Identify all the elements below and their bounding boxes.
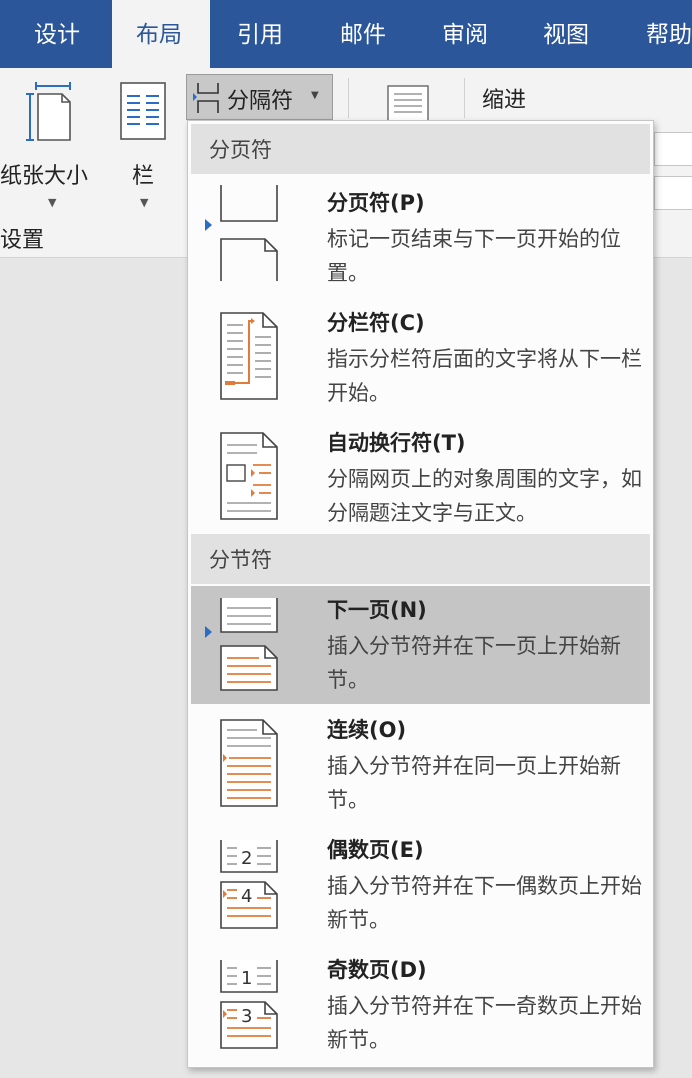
svg-text:1: 1 xyxy=(241,968,252,989)
menu-item-title: 偶数页(E) xyxy=(327,838,424,862)
insertion-marker-icon xyxy=(205,219,212,231)
menu-item-title: 连续(O) xyxy=(327,718,407,742)
breaks-dropdown-menu: 分页符 分页符(P) 标记一页结束与下一页开始的位置。 分栏符(C) 指示分栏符… xyxy=(187,120,654,1068)
indent-right-field[interactable] xyxy=(654,176,692,210)
menu-item-even-page[interactable]: 2 4 偶数页(E) 插入分节符并在下一偶数页上开始新节。 xyxy=(191,826,650,944)
insertion-marker-icon xyxy=(205,626,212,638)
svg-text:2: 2 xyxy=(241,848,252,869)
breaks-button[interactable]: 分隔符 ▼ xyxy=(186,74,333,120)
tab-help[interactable]: 帮助 xyxy=(646,0,692,68)
chevron-down-icon: ▼ xyxy=(48,196,57,209)
breaks-label: 分隔符 xyxy=(227,89,294,114)
chevron-down-icon: ▼ xyxy=(311,90,319,101)
menu-item-title: 分栏符(C) xyxy=(327,311,425,335)
menu-item-title: 分页符(P) xyxy=(327,191,425,215)
columns-label: 栏 xyxy=(132,164,155,189)
page-break-icon xyxy=(220,185,278,281)
tab-references[interactable]: 引用 xyxy=(237,0,283,68)
tab-design[interactable]: 设计 xyxy=(34,0,80,68)
section-breaks-header: 分节符 xyxy=(191,534,650,584)
page-setup-group-label: 设置 xyxy=(0,228,45,253)
text-wrapping-break-icon xyxy=(220,432,278,520)
columns-button[interactable]: 栏 ▼ xyxy=(112,82,174,209)
paper-size-label: 纸张大小 xyxy=(0,164,89,189)
breaks-icon xyxy=(193,83,219,113)
menu-item-description: 分隔网页上的对象周围的文字，如分隔题注文字与正文。 xyxy=(327,467,642,525)
column-break-icon xyxy=(220,312,278,400)
continuous-section-icon xyxy=(220,719,278,807)
menu-item-description: 指示分栏符后面的文字将从下一栏开始。 xyxy=(327,347,642,405)
paper-size-button[interactable]: 纸张大小 ▼ xyxy=(0,78,100,209)
menu-item-description: 插入分节符并在下一奇数页上开始新节。 xyxy=(327,994,642,1052)
chevron-down-icon: ▼ xyxy=(140,196,149,209)
ribbon-divider xyxy=(348,78,349,118)
menu-item-text-wrapping-break[interactable]: 自动换行符(T) 分隔网页上的对象周围的文字，如分隔题注文字与正文。 xyxy=(191,419,650,537)
paper-size-icon xyxy=(26,82,71,141)
ribbon-divider xyxy=(464,78,465,118)
hyphenation-icon xyxy=(387,85,429,124)
menu-item-title: 自动换行符(T) xyxy=(327,431,466,455)
menu-item-description: 插入分节符并在同一页上开始新节。 xyxy=(327,754,621,812)
indent-left-field[interactable] xyxy=(654,132,692,166)
menu-item-column-break[interactable]: 分栏符(C) 指示分栏符后面的文字将从下一栏开始。 xyxy=(191,299,650,417)
menu-item-description: 标记一页结束与下一页开始的位置。 xyxy=(327,227,621,285)
next-page-section-icon xyxy=(220,598,278,691)
menu-item-description: 插入分节符并在下一页上开始新节。 xyxy=(327,634,621,692)
menu-item-description: 插入分节符并在下一偶数页上开始新节。 xyxy=(327,874,642,932)
columns-icon xyxy=(120,82,166,140)
ribbon-tab-bar: 设计 布局 引用 邮件 审阅 视图 帮助 xyxy=(0,0,692,68)
tab-layout[interactable]: 布局 xyxy=(112,0,210,68)
tab-view[interactable]: 视图 xyxy=(543,0,589,68)
tab-review[interactable]: 审阅 xyxy=(442,0,488,68)
menu-item-page-break[interactable]: 分页符(P) 标记一页结束与下一页开始的位置。 xyxy=(191,179,650,297)
menu-item-title: 下一页(N) xyxy=(327,598,427,622)
menu-item-odd-page[interactable]: 1 3 奇数页(D) 插入分节符并在下一奇数页上开始新节。 xyxy=(191,946,650,1064)
menu-item-continuous[interactable]: 连续(O) 插入分节符并在同一页上开始新节。 xyxy=(191,706,650,824)
even-page-section-icon: 2 4 xyxy=(220,840,278,929)
indent-label: 缩进 xyxy=(482,88,527,113)
svg-text:4: 4 xyxy=(241,886,252,907)
tab-mailings[interactable]: 邮件 xyxy=(340,0,386,68)
page-breaks-header: 分页符 xyxy=(191,124,650,174)
menu-item-title: 奇数页(D) xyxy=(327,958,427,982)
odd-page-section-icon: 1 3 xyxy=(220,960,278,1049)
svg-text:3: 3 xyxy=(241,1006,252,1027)
menu-item-next-page[interactable]: 下一页(N) 插入分节符并在下一页上开始新节。 xyxy=(191,586,650,704)
